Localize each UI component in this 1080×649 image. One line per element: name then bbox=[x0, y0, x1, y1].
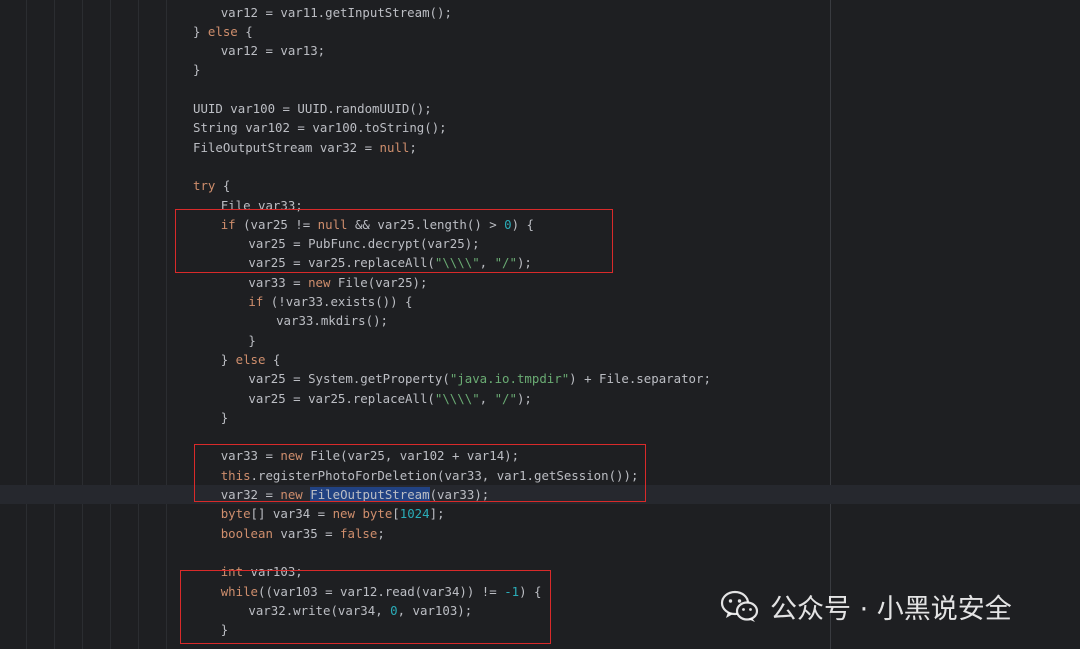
code-line[interactable]: try { bbox=[0, 176, 1080, 195]
code-text[interactable]: UUID var100 = UUID.randomUUID(); bbox=[193, 99, 432, 118]
code-token: try bbox=[193, 178, 216, 194]
code-token: ]; bbox=[429, 506, 445, 522]
code-text[interactable]: var33.mkdirs(); bbox=[276, 311, 388, 330]
code-text[interactable]: } bbox=[193, 60, 200, 79]
code-token: String var102 = var100.toString(); bbox=[193, 120, 447, 136]
code-text[interactable]: var25 = var25.replaceAll("\\\\", "/"); bbox=[248, 389, 532, 408]
code-token: var12 = var13; bbox=[220, 43, 326, 59]
code-token: } bbox=[220, 351, 236, 367]
wechat-icon bbox=[720, 590, 759, 622]
code-token: null bbox=[379, 139, 410, 155]
code-token: FileOutputStream var32 = bbox=[193, 139, 380, 155]
annotation-box-write-loop bbox=[180, 570, 551, 644]
code-token: } bbox=[193, 62, 201, 78]
code-token: new bbox=[332, 506, 355, 522]
code-text[interactable]: var12 = var13; bbox=[221, 41, 325, 60]
code-text[interactable]: } else { bbox=[221, 350, 281, 369]
code-token: var25 = var25.replaceAll( bbox=[248, 390, 435, 406]
code-text[interactable]: var33 = new File(var25); bbox=[248, 273, 427, 292]
code-line[interactable]: var12 = var13; bbox=[0, 41, 1080, 60]
code-token: , bbox=[479, 390, 495, 406]
code-token: var12 = var11.getInputStream(); bbox=[220, 4, 452, 20]
code-token: new bbox=[308, 274, 331, 290]
code-token: byte bbox=[220, 506, 251, 522]
code-token: { bbox=[265, 351, 281, 367]
code-text[interactable]: if (!var33.exists()) { bbox=[248, 292, 412, 311]
code-token: else bbox=[207, 23, 238, 39]
code-token: var25 = System.getProperty( bbox=[248, 371, 450, 387]
code-token: false bbox=[340, 525, 378, 541]
code-token: } bbox=[193, 23, 208, 39]
code-line[interactable]: if (!var33.exists()) { bbox=[0, 292, 1080, 311]
code-text[interactable]: } bbox=[248, 331, 255, 350]
code-line[interactable]: } else { bbox=[0, 22, 1080, 41]
code-line[interactable]: var25 = var25.replaceAll("\\\\", "/"); bbox=[0, 389, 1080, 408]
code-token: var33.mkdirs(); bbox=[276, 313, 388, 329]
code-token: if bbox=[248, 294, 264, 309]
code-line[interactable]: var33 = new File(var25); bbox=[0, 273, 1080, 292]
code-line[interactable] bbox=[0, 80, 1080, 99]
code-line[interactable]: UUID var100 = UUID.randomUUID(); bbox=[0, 99, 1080, 118]
watermark-text: 公众号 · 小黑说安全 bbox=[770, 593, 1012, 625]
code-line[interactable]: } else { bbox=[0, 350, 1080, 369]
code-token: else bbox=[235, 351, 266, 367]
code-text[interactable]: try { bbox=[193, 176, 230, 195]
code-line[interactable] bbox=[0, 543, 1080, 562]
code-line[interactable]: var25 = System.getProperty("java.io.tmpd… bbox=[0, 369, 1080, 388]
code-token: byte bbox=[362, 506, 393, 522]
code-token: File(var25); bbox=[330, 274, 428, 290]
code-line[interactable]: FileOutputStream var32 = null; bbox=[0, 138, 1080, 157]
annotation-box-decrypt bbox=[175, 209, 613, 273]
code-line[interactable]: } bbox=[0, 60, 1080, 79]
code-token: 1024 bbox=[399, 506, 430, 522]
code-token: } bbox=[248, 332, 256, 348]
code-line[interactable] bbox=[0, 157, 1080, 176]
code-token: { bbox=[237, 23, 253, 39]
code-text[interactable]: boolean var35 = false; bbox=[221, 524, 385, 543]
code-line[interactable]: boolean var35 = false; bbox=[0, 524, 1080, 543]
code-line[interactable]: } bbox=[0, 331, 1080, 350]
code-line[interactable]: var12 = var11.getInputStream(); bbox=[0, 3, 1080, 22]
code-token: "\\\\" bbox=[434, 390, 480, 406]
code-token: [ bbox=[392, 506, 400, 522]
code-text[interactable]: } bbox=[221, 408, 228, 427]
code-line[interactable]: String var102 = var100.toString(); bbox=[0, 118, 1080, 137]
code-token: var33 = bbox=[248, 274, 309, 290]
code-text[interactable]: FileOutputStream var32 = null; bbox=[193, 138, 417, 157]
code-editor[interactable]: var12 = var11.getInputStream();} else {v… bbox=[0, 0, 1080, 649]
code-line[interactable]: var33.mkdirs(); bbox=[0, 311, 1080, 330]
code-token: "/" bbox=[494, 390, 517, 406]
code-line[interactable]: } bbox=[0, 408, 1080, 427]
code-token: ; bbox=[377, 525, 385, 541]
code-token: UUID var100 = UUID.randomUUID(); bbox=[193, 101, 432, 116]
code-token: [] var34 = bbox=[250, 506, 333, 522]
watermark: 公众号 · 小黑说安全 bbox=[720, 584, 1012, 628]
code-text[interactable]: } else { bbox=[193, 22, 253, 41]
code-text[interactable]: var12 = var11.getInputStream(); bbox=[221, 3, 452, 22]
code-token: boolean bbox=[220, 525, 273, 541]
code-text[interactable]: String var102 = var100.toString(); bbox=[193, 118, 447, 137]
annotation-box-file-output bbox=[194, 444, 646, 502]
code-token: { bbox=[215, 178, 231, 194]
code-token: ; bbox=[409, 139, 417, 155]
code-text[interactable]: byte[] var34 = new byte[1024]; bbox=[221, 504, 445, 523]
code-token: (!var33.exists()) { bbox=[263, 294, 413, 309]
code-text[interactable]: var25 = System.getProperty("java.io.tmpd… bbox=[248, 369, 711, 388]
code-token: var35 = bbox=[272, 525, 341, 541]
code-token: } bbox=[220, 409, 229, 425]
code-token: ) + File.separator; bbox=[569, 371, 711, 387]
code-token: ); bbox=[516, 390, 532, 406]
code-token: "java.io.tmpdir" bbox=[449, 371, 570, 387]
code-line[interactable]: byte[] var34 = new byte[1024]; bbox=[0, 504, 1080, 523]
